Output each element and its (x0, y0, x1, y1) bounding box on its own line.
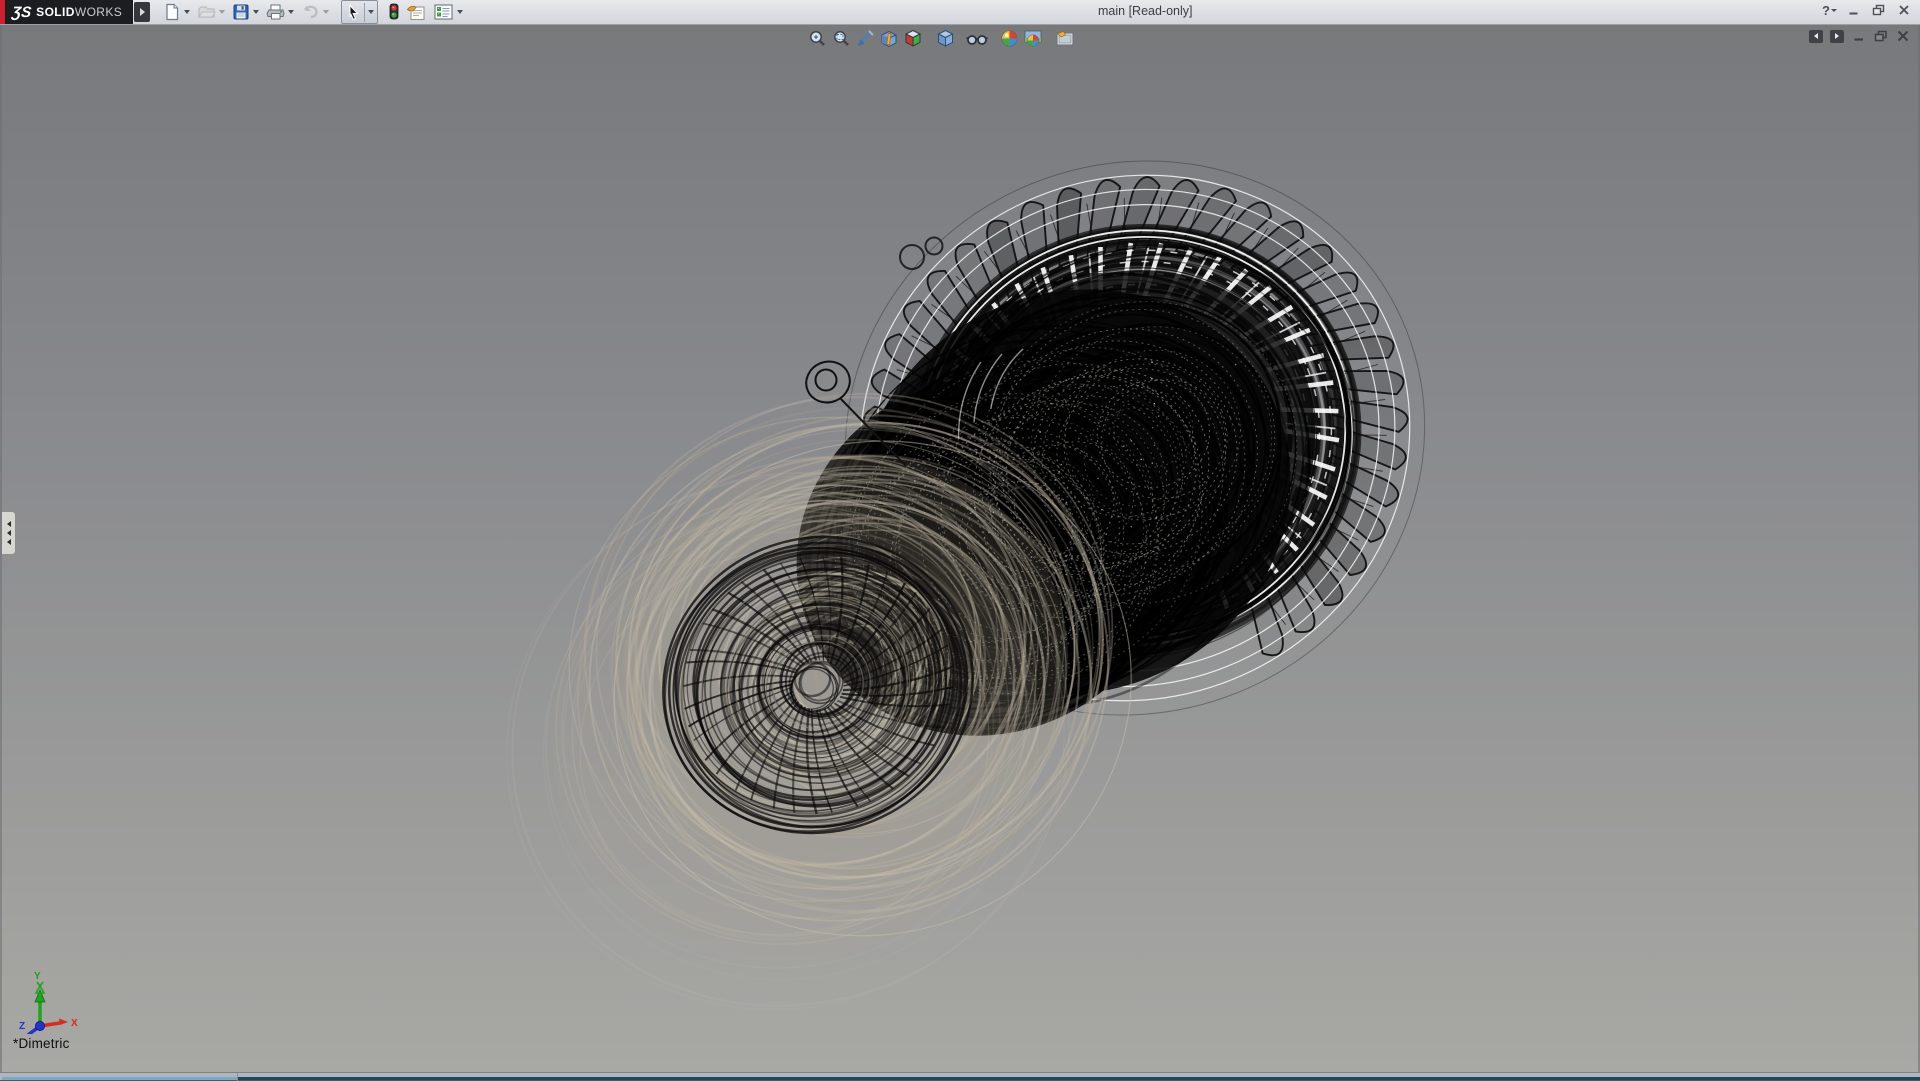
help-icon: ? (1822, 3, 1830, 18)
select-tool-button[interactable] (341, 0, 378, 24)
dropdown-arrow-icon[interactable] (323, 10, 329, 14)
triad-y-label: Y (34, 971, 41, 982)
view-orientation-label: *Dimetric (13, 1036, 70, 1051)
zoom-to-fit-icon (808, 29, 827, 48)
logo-word-bold: SOLID (36, 5, 75, 19)
previous-view-icon (855, 29, 875, 48)
print-button[interactable] (266, 1, 294, 23)
menu-expand-button[interactable] (134, 2, 150, 22)
dropdown-arrow-icon[interactable] (253, 10, 259, 14)
expand-right-panel-button[interactable] (1830, 30, 1844, 43)
triangle-left-icon (7, 521, 11, 527)
options-checklist-button[interactable] (432, 1, 463, 23)
checklist-icon (432, 3, 454, 21)
edit-appearance-button[interactable] (998, 28, 1020, 49)
rebuild-button[interactable] (388, 1, 400, 23)
display-style-button[interactable] (934, 28, 956, 49)
print-icon (266, 3, 285, 21)
window-controls: ? (1822, 2, 1912, 18)
headsup-view-toolbar (806, 28, 1078, 49)
comment-button[interactable] (406, 1, 426, 23)
dropdown-arrow-icon (1831, 9, 1837, 12)
main-toolbar (156, 0, 463, 24)
document-window-controls (1809, 29, 1910, 43)
solidworks-window: { "window": { "title": "main [Read-only]… (0, 0, 1920, 1080)
appearance-ball-icon (1000, 29, 1019, 48)
view-orientation-icon (903, 29, 923, 48)
reference-triad: Y X Z (14, 956, 94, 1034)
traffic-light-icon (388, 3, 400, 21)
dropdown-arrow-icon[interactable] (184, 10, 190, 14)
viewport-top-strip (0, 24, 1920, 48)
title-bar: ƷS SOLIDWORKS (0, 0, 1920, 25)
restore-document-button[interactable] (1873, 29, 1888, 43)
dropdown-arrow-icon[interactable] (219, 10, 225, 14)
triangle-left-icon (1814, 33, 1818, 39)
undo-arrow-icon (301, 3, 320, 21)
hide-show-items-button[interactable] (966, 28, 988, 49)
logo-word-light: WORKS (75, 5, 122, 19)
close-button[interactable] (1896, 2, 1912, 18)
save-button[interactable] (232, 1, 259, 23)
triad-y-axis (35, 982, 45, 1026)
triangle-left-icon (7, 539, 11, 545)
window-title: main [Read-only] (1098, 4, 1193, 18)
view-settings-icon (1055, 30, 1075, 48)
restore-button[interactable] (1871, 2, 1887, 18)
select-cursor-icon (345, 4, 361, 21)
solidworks-logo: ƷS SOLIDWORKS (5, 0, 133, 24)
logo-mark-icon: ƷS (11, 4, 32, 21)
triad-x-label: X (71, 1018, 78, 1029)
new-document-button[interactable] (163, 1, 190, 23)
close-document-button[interactable] (1895, 29, 1910, 43)
new-document-icon (163, 3, 181, 21)
collapse-left-panel-button[interactable] (1809, 30, 1823, 43)
save-floppy-icon (232, 3, 250, 21)
dropdown-arrow-icon[interactable] (288, 10, 294, 14)
status-bar-sliver (0, 1072, 1920, 1080)
triad-z-label: Z (19, 1021, 25, 1032)
eyeglasses-icon (966, 30, 988, 48)
open-button[interactable] (197, 1, 225, 23)
previous-view-button[interactable] (854, 28, 876, 49)
triad-z-axis (28, 1022, 45, 1035)
open-folder-icon (197, 3, 216, 21)
window-left-edge (0, 24, 2, 1072)
comment-note-icon (406, 3, 426, 21)
help-button[interactable]: ? (1822, 3, 1837, 18)
section-view-icon (879, 29, 899, 48)
triangle-right-icon (1835, 33, 1839, 39)
select-tool-dropdown[interactable] (365, 1, 377, 23)
dropdown-arrow-icon[interactable] (457, 10, 463, 14)
chevron-right-icon (140, 8, 145, 16)
graphics-viewport[interactable] (0, 24, 1920, 1072)
zoom-to-area-icon (832, 29, 851, 48)
zoom-to-fit-button[interactable] (806, 28, 828, 49)
minimize-document-button[interactable] (1851, 29, 1866, 43)
zoom-to-area-button[interactable] (830, 28, 852, 49)
triangle-left-icon (7, 530, 11, 536)
apply-scene-button[interactable] (1022, 28, 1044, 49)
view-settings-button[interactable] (1054, 28, 1076, 49)
view-orientation-button[interactable] (902, 28, 924, 49)
feature-tree-collapse-tab[interactable] (2, 511, 16, 555)
apply-scene-icon (1023, 29, 1043, 48)
minimize-button[interactable] (1846, 2, 1862, 18)
section-view-button[interactable] (878, 28, 900, 49)
undo-button[interactable] (301, 1, 329, 23)
display-style-icon (936, 29, 955, 48)
